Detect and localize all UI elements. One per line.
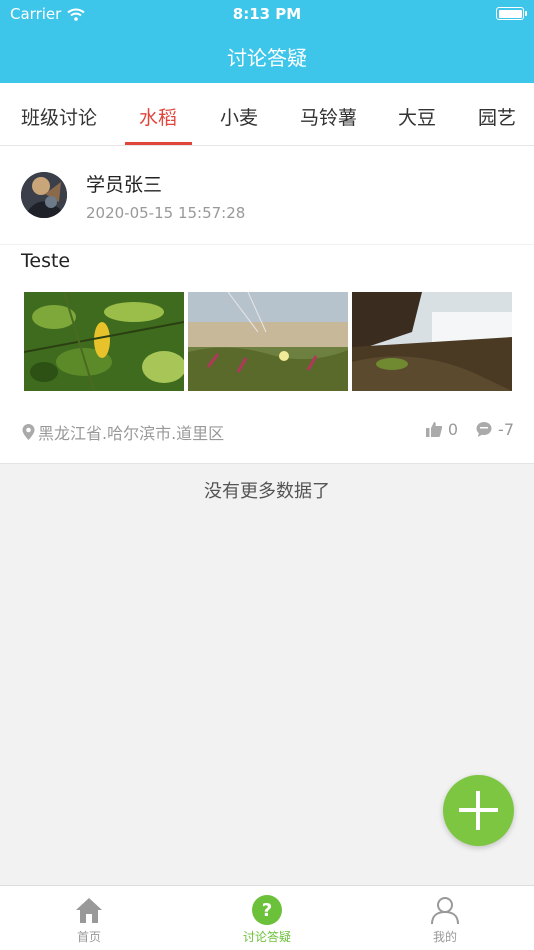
post-content: Teste: [21, 250, 71, 272]
battery-icon: [496, 7, 527, 20]
bottom-tab-bar: 首页 ? 讨论答疑 我的: [0, 885, 534, 950]
location-text: 黑龙江省.哈尔滨市.道里区: [38, 424, 225, 443]
post-photo-waterfall[interactable]: [352, 292, 512, 391]
avatar[interactable]: [21, 172, 67, 218]
status-bar: Carrier 8:13 PM: [0, 0, 534, 28]
clock: 8:13 PM: [232, 5, 302, 23]
svg-text:?: ?: [262, 900, 272, 921]
tabbar-discussion[interactable]: ? 讨论答疑: [207, 894, 327, 945]
tab-horticulture[interactable]: 园艺: [478, 103, 516, 130]
tabbar-home[interactable]: 首页: [29, 894, 149, 945]
post-timestamp: 2020-05-15 15:57:28: [86, 204, 246, 222]
tab-potato[interactable]: 马铃薯: [300, 103, 357, 130]
tab-rice[interactable]: 水稻: [139, 103, 177, 130]
tab-wheat[interactable]: 小麦: [220, 103, 258, 130]
comment-icon[interactable]: [476, 422, 492, 437]
add-post-button[interactable]: [443, 775, 514, 846]
author-name: 学员张三: [86, 174, 163, 196]
comment-count: -7: [498, 420, 514, 439]
post-card[interactable]: 学员张三 2020-05-15 15:57:28 Teste 黑龙江省.哈尔滨市…: [0, 146, 534, 464]
post-photo-leaves[interactable]: [24, 292, 184, 391]
post-stats: 0 -7: [425, 420, 514, 439]
post-location: 黑龙江省.哈尔滨市.道里区: [22, 420, 224, 444]
tabbar-home-label: 首页: [76, 930, 101, 944]
no-more-data-message: 没有更多数据了: [204, 481, 330, 502]
tabbar-discussion-label: 讨论答疑: [242, 930, 291, 944]
home-icon: [76, 898, 102, 923]
tab-class-discussion[interactable]: 班级讨论: [21, 103, 97, 130]
person-icon: [431, 897, 459, 925]
active-tab-indicator: [125, 142, 192, 145]
tab-soybean[interactable]: 大豆: [398, 103, 436, 130]
like-count: 0: [447, 420, 459, 439]
page-title: 讨论答疑: [227, 46, 307, 70]
nav-bar: 讨论答疑: [0, 28, 534, 83]
category-tabs: 班级讨论 水稻 小麦 马铃薯 大豆 园艺: [0, 83, 534, 146]
thumbs-up-icon[interactable]: [425, 422, 442, 437]
post-photo-dunes[interactable]: [188, 292, 348, 391]
question-icon: ?: [252, 895, 282, 925]
tabbar-profile[interactable]: 我的: [385, 894, 505, 945]
location-pin-icon: [22, 424, 35, 440]
divider: [0, 244, 534, 245]
tabbar-profile-label: 我的: [432, 930, 457, 944]
